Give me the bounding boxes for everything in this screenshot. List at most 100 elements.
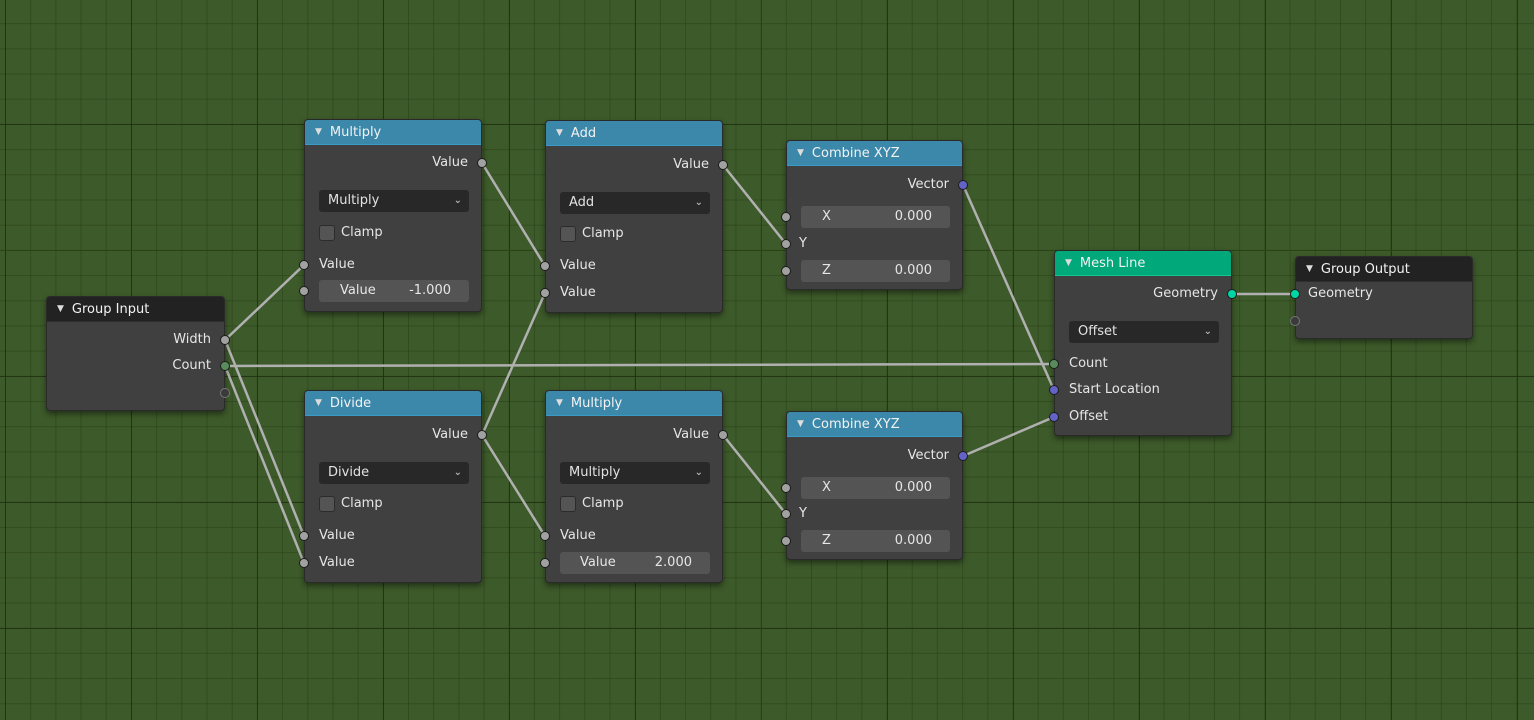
input-value-1-socket[interactable] <box>299 260 309 270</box>
chevron-down-icon: ⌄ <box>694 467 703 478</box>
input-start-location-label: Start Location <box>1069 382 1160 397</box>
output-count-socket[interactable] <box>220 361 230 371</box>
node-header[interactable]: ▼ Group Output <box>1296 257 1472 282</box>
collapse-arrow-icon[interactable]: ▼ <box>1065 258 1072 268</box>
input-count-socket[interactable] <box>1049 359 1059 369</box>
clamp-checkbox[interactable] <box>560 226 576 242</box>
x-field[interactable]: X 0.000 <box>801 206 950 228</box>
combine-xyz-node-top[interactable]: ▼ Combine XYZ Vector X 0.000 Y Z 0.000 <box>781 140 968 290</box>
node-header[interactable]: ▼ Multiply <box>546 391 722 416</box>
operation-dropdown[interactable]: Multiply ⌄ <box>319 190 469 212</box>
node-link[interactable] <box>223 364 306 565</box>
collapse-arrow-icon[interactable]: ▼ <box>315 127 322 137</box>
add-node[interactable]: ▼ Add Value Add ⌄ Clamp Value Value <box>540 120 728 313</box>
output-value-socket[interactable] <box>718 430 728 440</box>
input-value-1-row: Value <box>540 526 722 546</box>
mode-dropdown[interactable]: Offset ⌄ <box>1069 321 1219 343</box>
operation-dropdown[interactable]: Multiply ⌄ <box>560 462 710 484</box>
clamp-checkbox[interactable] <box>319 496 335 512</box>
input-value-1-socket[interactable] <box>299 531 309 541</box>
multiply-node-bottom[interactable]: ▼ Multiply Value Multiply ⌄ Clamp Value … <box>540 390 728 583</box>
value-field[interactable]: Value 2.000 <box>560 552 710 574</box>
input-y-socket[interactable] <box>781 509 791 519</box>
clamp-checkbox[interactable] <box>560 496 576 512</box>
input-offset-socket[interactable] <box>1049 412 1059 422</box>
mode-value: Offset <box>1078 324 1118 339</box>
operation-dropdown[interactable]: Divide ⌄ <box>319 462 469 484</box>
multiply-node-top[interactable]: ▼ Multiply Value Multiply ⌄ Clamp Value … <box>299 119 487 312</box>
operation-dropdown[interactable]: Add ⌄ <box>560 192 710 214</box>
input-value-2-socket[interactable] <box>299 286 309 296</box>
node-link[interactable] <box>961 183 1056 392</box>
chevron-down-icon: ⌄ <box>453 195 462 206</box>
output-vector-socket[interactable] <box>958 180 968 190</box>
input-empty-socket[interactable] <box>1290 316 1300 326</box>
input-value-1-socket[interactable] <box>540 531 550 541</box>
z-field[interactable]: Z 0.000 <box>801 530 950 552</box>
node-link[interactable] <box>961 415 1056 458</box>
input-value-2-socket[interactable] <box>540 558 550 568</box>
collapse-arrow-icon[interactable]: ▼ <box>797 419 804 429</box>
node-link[interactable] <box>721 163 788 246</box>
node-link[interactable] <box>480 161 547 268</box>
output-value-row: Value <box>546 155 728 175</box>
clamp-row[interactable]: Clamp <box>546 224 722 244</box>
output-vector-socket[interactable] <box>958 451 968 461</box>
output-value-socket[interactable] <box>477 430 487 440</box>
input-x-socket[interactable] <box>781 483 791 493</box>
clamp-label: Clamp <box>582 496 624 511</box>
clamp-row[interactable]: Clamp <box>305 494 481 514</box>
clamp-row[interactable]: Clamp <box>546 494 722 514</box>
node-link[interactable] <box>223 362 1056 368</box>
input-value-2-socket[interactable] <box>299 558 309 568</box>
output-geometry-socket[interactable] <box>1227 289 1237 299</box>
node-link[interactable] <box>223 263 306 342</box>
input-x-socket[interactable] <box>781 212 791 222</box>
node-header[interactable]: ▼ Group Input <box>47 297 224 322</box>
z-field[interactable]: Z 0.000 <box>801 260 950 282</box>
input-z-socket[interactable] <box>781 536 791 546</box>
node-link[interactable] <box>480 291 547 437</box>
mesh-line-node[interactable]: ▼ Mesh Line Geometry Offset ⌄ Count Star… <box>1049 250 1237 436</box>
input-start-location-socket[interactable] <box>1049 385 1059 395</box>
clamp-row[interactable]: Clamp <box>305 223 481 243</box>
input-z-socket[interactable] <box>781 266 791 276</box>
collapse-arrow-icon[interactable]: ▼ <box>1306 264 1313 274</box>
node-header[interactable]: ▼ Multiply <box>305 120 481 145</box>
node-header[interactable]: ▼ Divide <box>305 391 481 416</box>
node-header[interactable]: ▼ Mesh Line <box>1055 251 1231 276</box>
group-input-node[interactable]: ▼ Group Input Width Count <box>46 296 230 411</box>
output-value-socket[interactable] <box>477 158 487 168</box>
divide-node[interactable]: ▼ Divide Value Divide ⌄ Clamp Value Valu… <box>299 390 487 583</box>
output-value-socket[interactable] <box>718 160 728 170</box>
input-value-1-label: Value <box>560 258 596 273</box>
group-output-node[interactable]: ▼ Group Output Geometry <box>1290 256 1473 339</box>
input-value-1-socket[interactable] <box>540 261 550 271</box>
collapse-arrow-icon[interactable]: ▼ <box>797 148 804 158</box>
input-geometry-label: Geometry <box>1308 286 1373 301</box>
node-link[interactable] <box>480 433 547 538</box>
value-field[interactable]: Value -1.000 <box>319 280 469 302</box>
combine-xyz-node-bottom[interactable]: ▼ Combine XYZ Vector X 0.000 Y Z 0.000 <box>781 411 968 560</box>
node-header[interactable]: ▼ Combine XYZ <box>787 412 962 437</box>
clamp-checkbox[interactable] <box>319 225 335 241</box>
input-y-socket[interactable] <box>781 239 791 249</box>
input-value-2-socket[interactable] <box>540 288 550 298</box>
collapse-arrow-icon[interactable]: ▼ <box>57 304 64 314</box>
input-value-2-label: Value <box>319 555 355 570</box>
node-header[interactable]: ▼ Combine XYZ <box>787 141 962 166</box>
output-empty-socket[interactable] <box>220 388 230 398</box>
x-field[interactable]: X 0.000 <box>801 477 950 499</box>
output-vector-label: Vector <box>907 177 949 192</box>
node-link[interactable] <box>223 338 306 538</box>
input-value-1-label: Value <box>319 528 355 543</box>
clamp-label: Clamp <box>341 496 383 511</box>
z-field-number: 0.000 <box>894 533 932 548</box>
collapse-arrow-icon[interactable]: ▼ <box>556 128 563 138</box>
output-width-socket[interactable] <box>220 335 230 345</box>
collapse-arrow-icon[interactable]: ▼ <box>315 398 322 408</box>
node-header[interactable]: ▼ Add <box>546 121 722 146</box>
input-geometry-socket[interactable] <box>1290 289 1300 299</box>
node-link[interactable] <box>721 433 788 516</box>
collapse-arrow-icon[interactable]: ▼ <box>556 398 563 408</box>
